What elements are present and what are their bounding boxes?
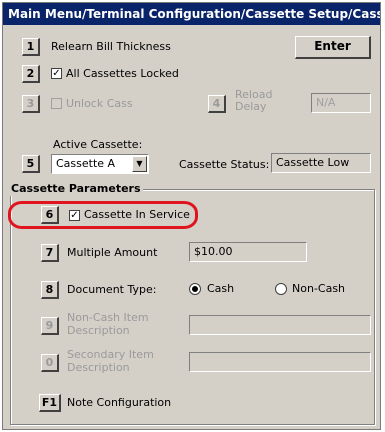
- note-configuration-label: Note Configuration: [67, 396, 172, 409]
- cassette-status-field: Cassette Low: [271, 153, 371, 173]
- active-cassette-select[interactable]: Cassette A ▼: [51, 154, 149, 174]
- document-type-label: Document Type:: [67, 283, 157, 296]
- non-cash-radio[interactable]: [275, 283, 287, 295]
- cassette-status-label: Cassette Status:: [179, 158, 270, 171]
- key-6-button[interactable]: 6: [41, 206, 59, 224]
- non-cash-item-label-line1: Non-Cash Item: [67, 311, 149, 324]
- cassette-parameters-window: Main Menu/Terminal Configuration/Cassett…: [2, 2, 381, 430]
- active-cassette-label: Active Cassette:: [53, 138, 143, 151]
- key-5-button[interactable]: 5: [22, 155, 40, 173]
- cassette-parameters-heading: Cassette Parameters: [9, 182, 143, 196]
- non-cash-item-label-line2: Description: [67, 324, 130, 337]
- active-cassette-value: Cassette A: [56, 157, 116, 170]
- non-cash-item-description-field[interactable]: [189, 315, 371, 335]
- cash-radio[interactable]: [189, 283, 201, 295]
- unlock-cass-label: Unlock Cass: [66, 97, 133, 110]
- secondary-item-label-line2: Description: [67, 361, 130, 374]
- key-1-button[interactable]: 1: [22, 38, 40, 56]
- key-3-button[interactable]: 3: [22, 95, 40, 113]
- key-7-button[interactable]: 7: [41, 244, 59, 262]
- all-cassettes-locked-checkbox[interactable]: ✓: [51, 68, 62, 79]
- window-title: Main Menu/Terminal Configuration/Cassett…: [3, 3, 380, 25]
- non-cash-label: Non-Cash: [292, 282, 346, 295]
- key-8-button[interactable]: 8: [41, 281, 59, 299]
- unlock-cass-checkbox[interactable]: [51, 98, 62, 109]
- chevron-down-icon[interactable]: ▼: [132, 156, 147, 172]
- all-cassettes-locked-label: All Cassettes Locked: [66, 67, 179, 80]
- cash-label: Cash: [207, 282, 235, 295]
- key-9-button[interactable]: 9: [41, 317, 59, 335]
- key-0-button[interactable]: 0: [41, 354, 59, 372]
- relearn-bill-thickness-label: Relearn Bill Thickness: [51, 40, 171, 53]
- enter-button[interactable]: Enter: [295, 36, 371, 59]
- secondary-item-description-field[interactable]: [189, 352, 371, 372]
- key-4-button[interactable]: 4: [208, 95, 226, 113]
- cassette-in-service-checkbox[interactable]: ✓: [69, 210, 80, 221]
- multiple-amount-field[interactable]: $10.00: [189, 242, 307, 262]
- multiple-amount-label: Multiple Amount: [67, 246, 158, 259]
- reload-delay-field[interactable]: N/A: [311, 93, 371, 113]
- reload-delay-label: Reload Delay: [235, 88, 273, 113]
- key-f1-button[interactable]: F1: [39, 394, 61, 412]
- cassette-in-service-label: Cassette In Service: [84, 208, 190, 221]
- secondary-item-label-line1: Secondary Item: [67, 348, 154, 361]
- key-2-button[interactable]: 2: [22, 65, 40, 83]
